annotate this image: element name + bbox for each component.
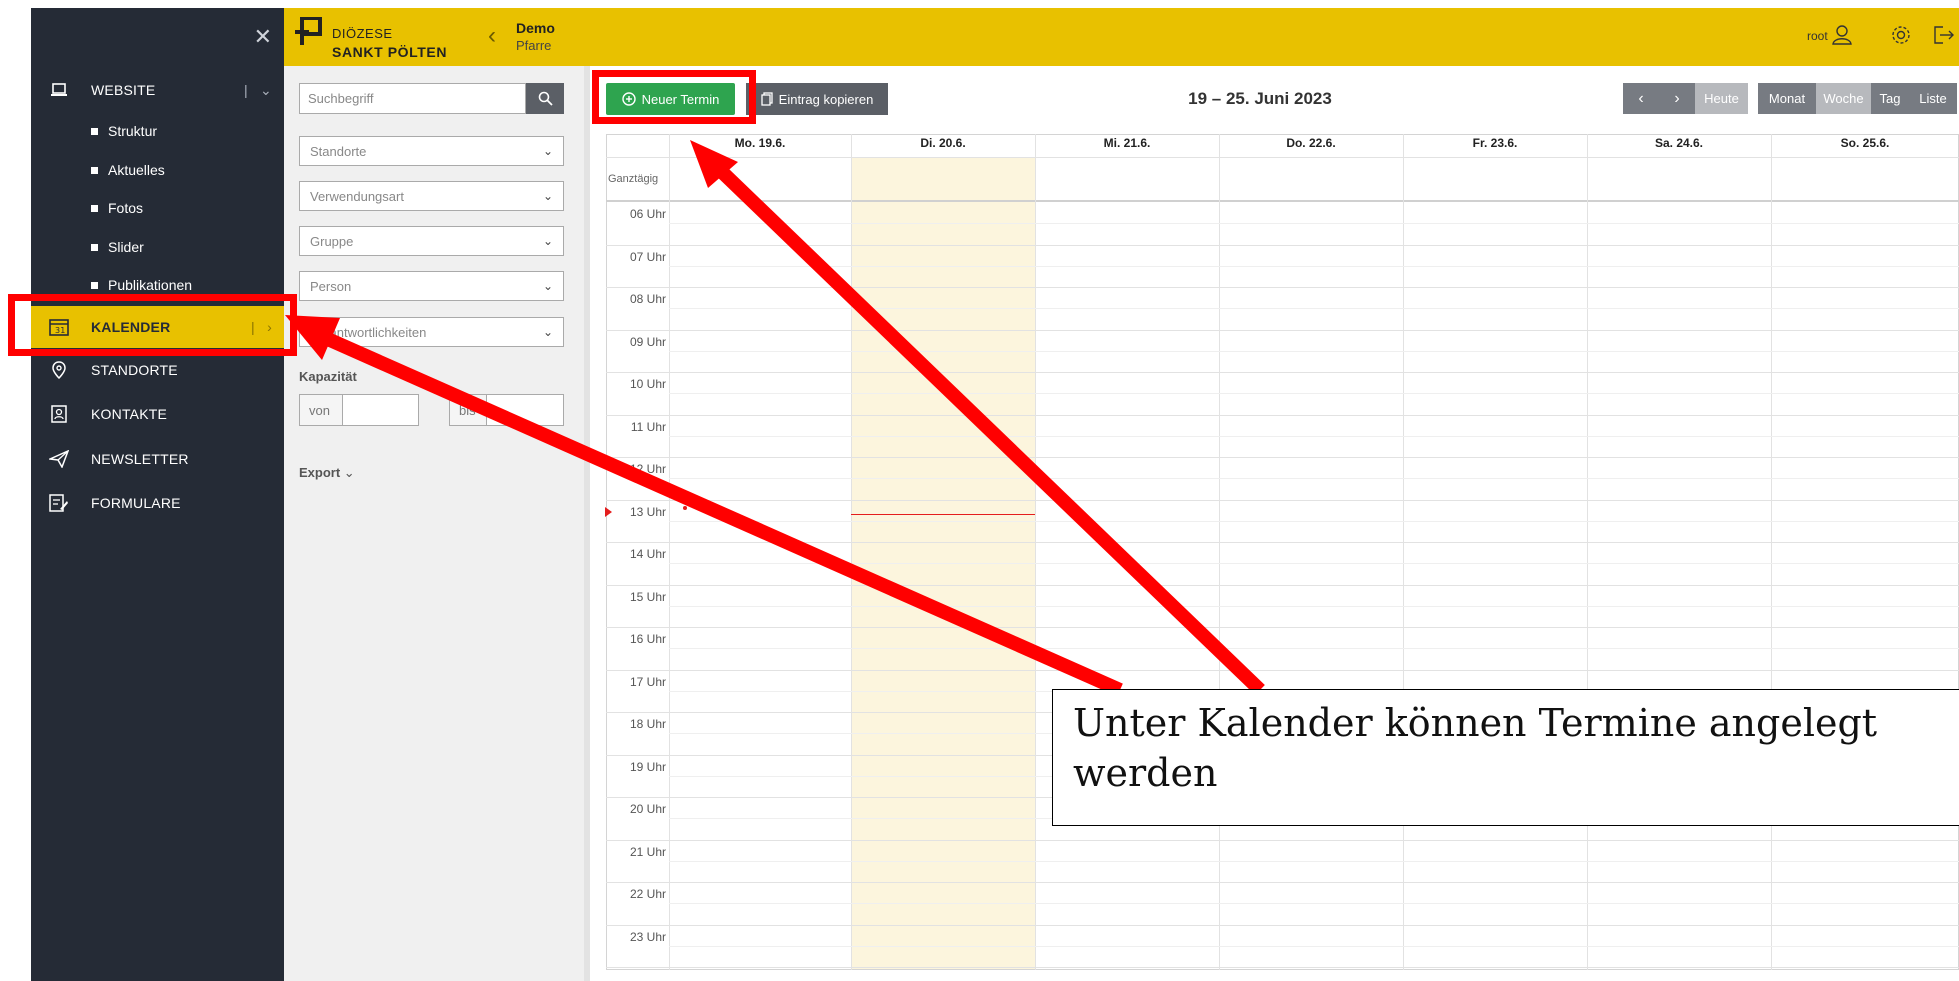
arrow-to-new-appointment bbox=[715, 164, 1265, 696]
annotation-line-2: werden bbox=[1073, 751, 1218, 795]
annotation-callout: Unter Kalender können Termine angelegt w… bbox=[1052, 689, 1959, 826]
arrow-to-kalender bbox=[327, 333, 1123, 697]
annotation-line-1: Unter Kalender können Termine angelegt bbox=[1073, 701, 1878, 745]
annotation-arrows bbox=[285, 140, 1265, 697]
